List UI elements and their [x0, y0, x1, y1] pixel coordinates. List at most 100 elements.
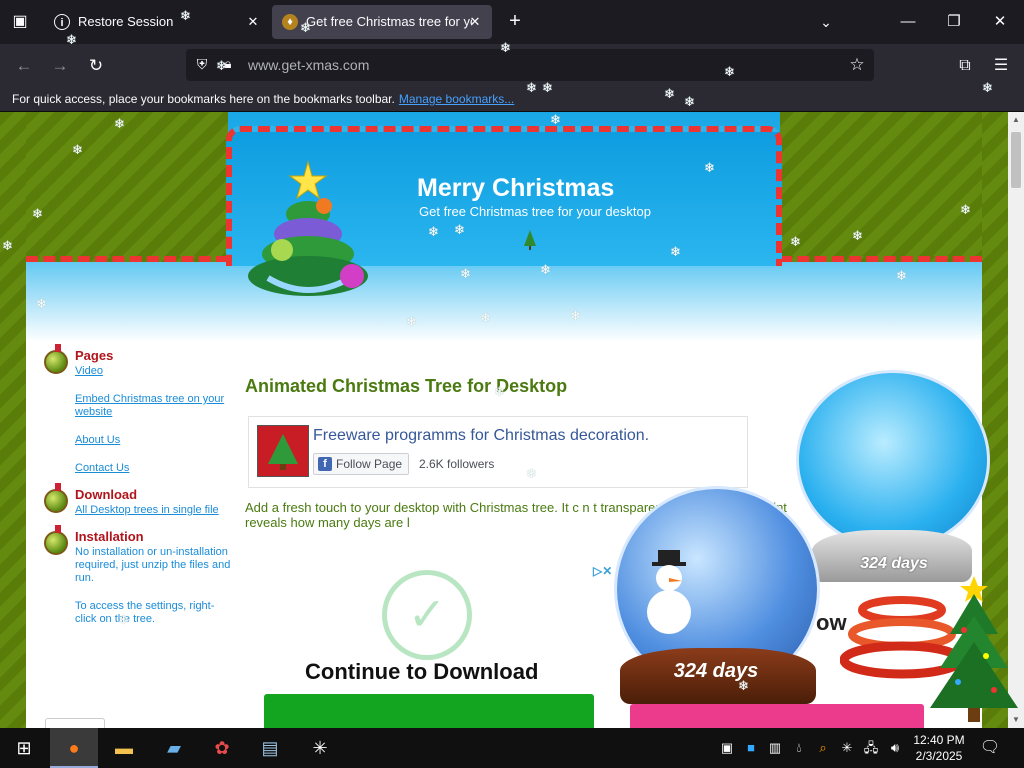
fb-page-image[interactable]	[257, 425, 309, 477]
snowman-icon	[647, 550, 691, 634]
extensions-icon[interactable]: ⧉	[951, 52, 979, 80]
adchoices-icon[interactable]: ▷✕	[593, 564, 612, 578]
ad-small-button[interactable]	[45, 718, 105, 728]
maximize-button[interactable]: ❐	[934, 8, 974, 36]
sidebar-heading-installation: Installation	[75, 529, 144, 544]
sidebar-link-about[interactable]: About Us	[75, 434, 234, 447]
app-taskbar-icon[interactable]: ✿	[198, 728, 246, 768]
snowflake-icon: ❄	[180, 8, 191, 23]
tab-list-icon[interactable]: ▣	[8, 10, 32, 34]
facebook-widget: Freeware programms for Christmas decorat…	[248, 416, 748, 488]
volume-icon[interactable]: 🔊︎	[886, 738, 904, 758]
ornament-icon	[44, 344, 68, 374]
sidebar-link-all-trees[interactable]: All Desktop trees in single file	[75, 504, 234, 517]
snowflake-icon: ❄	[72, 142, 83, 157]
small-tree-icon	[524, 230, 536, 250]
sidebar-link-contact[interactable]: Contact Us	[75, 462, 234, 475]
chevron-down-icon[interactable]: ⌄	[814, 10, 838, 34]
forward-button[interactable]: →	[46, 52, 74, 80]
tray-app-icon[interactable]: ▣	[718, 738, 736, 758]
bookmark-star-icon[interactable]: ☆	[846, 54, 868, 76]
scroll-up-icon[interactable]: ▲	[1008, 112, 1024, 128]
firefox-taskbar-icon[interactable]: ●	[50, 728, 98, 768]
close-icon[interactable]: ✕	[244, 13, 262, 31]
snowflake-icon: ❄	[66, 32, 77, 47]
snowflake-icon: ❄	[896, 268, 907, 283]
reload-button[interactable]: ↻	[82, 52, 110, 80]
snowflake-icon: ❄	[670, 244, 681, 259]
snowflake-icon: ❄	[526, 80, 537, 95]
snowflake-icon: ❄	[724, 64, 735, 79]
sidebar-heading-pages: Pages	[75, 348, 114, 363]
facebook-icon: f	[318, 457, 332, 471]
snowflake-icon: ❄	[454, 222, 465, 237]
snowflake-icon: ❄	[542, 80, 553, 95]
snowflake-app-taskbar-icon[interactable]: ✳	[296, 728, 344, 768]
check-circle-icon: ✓	[382, 570, 472, 660]
tray-drop-icon[interactable]: 💧︎	[790, 738, 808, 758]
settings-text: To access the settings, right-click on t…	[75, 600, 215, 625]
tray-snowflake-icon[interactable]: ✳	[838, 738, 856, 758]
fb-page-name[interactable]: Freeware programms for Christmas decorat…	[313, 427, 649, 445]
snow-globe-right-icon[interactable]	[796, 370, 990, 550]
windows-start-icon[interactable]: ⊞	[0, 728, 48, 768]
christmas-tree-logo-icon	[248, 160, 368, 296]
taskbar-clock[interactable]: 12:40 PM 2/3/2025	[913, 732, 965, 764]
ad-pink-button[interactable]	[630, 704, 924, 728]
snowflake-icon: ❄	[684, 94, 695, 109]
notifications-icon[interactable]: 🗨︎	[978, 736, 1002, 760]
minimize-button[interactable]: —	[888, 8, 928, 36]
close-icon[interactable]: ✕	[466, 13, 484, 31]
window-close-button[interactable]: ✕	[980, 8, 1020, 36]
fb-follow-button[interactable]: f Follow Page	[313, 453, 410, 475]
snowflake-icon: ❄	[526, 466, 537, 481]
url-text[interactable]: www.get-xmas.com	[248, 57, 369, 73]
sidebar-installation: Installation No installation or un-insta…	[44, 525, 234, 626]
snowflake-icon: ❄	[570, 308, 581, 323]
taskbar: ⊞ ● ▬ ▰ ✿ ▤ ✳ ▣ ■ ▥ 💧︎ ⌕ ✳ 🖧︎ 🔊︎ 12:40 P…	[0, 728, 1024, 768]
sidebar-link-embed[interactable]: Embed Christmas tree on your website	[75, 393, 234, 419]
scroll-thumb[interactable]	[1011, 132, 1021, 188]
tab-label: Restore Session	[78, 14, 174, 29]
hamburger-menu-icon[interactable]: ☰	[987, 52, 1015, 80]
snowflake-icon: ❄	[428, 224, 439, 239]
installation-text: No installation or un-installation requi…	[75, 546, 231, 584]
tree-thumbnail-icon	[268, 434, 298, 470]
decorated-christmas-tree-icon[interactable]	[928, 572, 1020, 728]
sidebar-heading-download: Download	[75, 487, 138, 502]
snowflake-icon: ❄	[982, 80, 993, 95]
snowflake-icon: ❄	[960, 202, 971, 217]
snowflake-icon: ❄	[216, 58, 227, 73]
ornament-icon	[44, 525, 68, 555]
back-button[interactable]: ←	[10, 52, 38, 80]
ad-download-button[interactable]	[264, 694, 594, 728]
file-explorer-taskbar-icon[interactable]: ▬	[100, 728, 148, 768]
tray-app-icon[interactable]: ▥	[766, 738, 784, 758]
manage-bookmarks-link[interactable]: Manage bookmarks...	[399, 92, 514, 106]
header-green-left	[26, 112, 228, 262]
shield-icon[interactable]: ⛨	[194, 56, 210, 74]
days-counter-right: 324 days	[860, 555, 928, 572]
new-tab-button[interactable]: +	[503, 10, 527, 34]
tray-search-icon[interactable]: ⌕	[814, 738, 832, 758]
snowflake-icon: ❄	[300, 20, 311, 35]
sidebar-link-video[interactable]: Video	[75, 365, 234, 378]
app-taskbar-icon[interactable]: ▰	[150, 728, 198, 768]
app-taskbar-icon[interactable]: ▤	[246, 728, 294, 768]
ad-title[interactable]: Continue to Download	[305, 659, 538, 685]
sidebar-pages: Pages Video Embed Christmas tree on your…	[44, 344, 234, 475]
tab-label: Get free Christmas tree for your	[306, 14, 472, 29]
clock-date: 2/3/2025	[915, 749, 963, 763]
snowflake-icon: ❄	[32, 206, 43, 221]
bookmarks-toolbar: For quick access, place your bookmarks h…	[0, 86, 1024, 112]
site-subtitle: Get free Christmas tree for your desktop	[419, 204, 651, 219]
snowflake-icon: ❄	[494, 384, 505, 399]
sidebar: Pages Video Embed Christmas tree on your…	[44, 344, 234, 638]
url-bar[interactable]: ⛨ 🔒︎ www.get-xmas.com ☆	[186, 49, 874, 81]
tray-app-icon[interactable]: ■	[742, 738, 760, 758]
network-icon[interactable]: 🖧︎	[862, 738, 880, 758]
xmas-favicon-icon: ♦	[282, 14, 298, 30]
fb-followers: 2.6K followers	[419, 457, 495, 471]
tab-restore-session[interactable]: i Restore Session ✕	[44, 5, 270, 39]
bookmarks-hint-text: For quick access, place your bookmarks h…	[12, 92, 395, 106]
